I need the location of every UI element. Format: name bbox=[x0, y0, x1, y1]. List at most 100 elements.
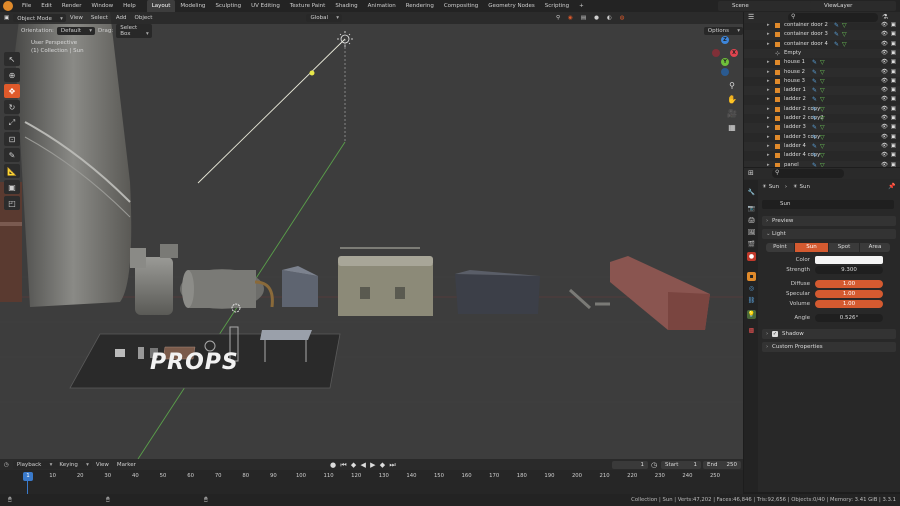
outliner-item-name[interactable]: container door 2 bbox=[784, 21, 828, 30]
eye-icon[interactable]: 👁 bbox=[881, 77, 888, 86]
eye-icon[interactable]: 👁 bbox=[881, 151, 888, 160]
expand-arrow-icon[interactable]: ▸ bbox=[767, 68, 770, 77]
expand-arrow-icon[interactable]: ▸ bbox=[767, 58, 770, 67]
outliner-item[interactable]: ▸ ladder 1 ✎ ▽ 👁 ▣ bbox=[744, 86, 900, 96]
navigation-gizmo[interactable]: Z Y X bbox=[712, 34, 738, 86]
annotate-tool[interactable]: ✎ bbox=[4, 148, 20, 162]
transform-orientation-dropdown[interactable]: Global bbox=[306, 14, 343, 22]
tab-shading[interactable]: Shading bbox=[330, 0, 362, 12]
tab-scene-icon[interactable]: 🎬 bbox=[747, 240, 756, 249]
outliner-item[interactable]: ▸ ladder 2 ✎ ▽ 👁 ▣ bbox=[744, 95, 900, 104]
play-reverse-icon[interactable]: ◀ bbox=[361, 461, 367, 469]
modifier-wrench-icon[interactable]: ✎ bbox=[812, 161, 817, 168]
expand-arrow-icon[interactable]: ▸ bbox=[767, 161, 770, 168]
mesh-data-icon[interactable]: ▽ bbox=[820, 95, 825, 104]
expand-arrow-icon[interactable]: ▸ bbox=[767, 123, 770, 132]
datablock-selector[interactable]: Sun bbox=[762, 200, 894, 209]
camera-icon[interactable]: ▣ bbox=[891, 161, 896, 168]
3d-viewport[interactable]: PROPS ▣ Object Mode View Select Add Obje… bbox=[0, 12, 743, 459]
camera-icon[interactable]: ▣ bbox=[891, 86, 896, 95]
scale-tool[interactable]: ⤢ bbox=[4, 116, 20, 130]
modifier-wrench-icon[interactable]: ✎ bbox=[812, 133, 817, 142]
modifier-wrench-icon[interactable]: ✎ bbox=[812, 142, 817, 151]
eye-icon[interactable]: 👁 bbox=[881, 86, 888, 95]
eye-icon[interactable]: 👁 bbox=[881, 95, 888, 104]
outliner-item[interactable]: ▸ house 2 ✎ ▽ 👁 ▣ bbox=[744, 67, 900, 77]
expand-arrow-icon[interactable]: ▸ bbox=[767, 40, 770, 49]
modifier-wrench-icon[interactable]: ✎ bbox=[834, 30, 839, 39]
outliner-item[interactable]: ▸ container door 3 ✎ ▽ 👁 ▣ bbox=[744, 30, 900, 40]
eye-icon[interactable]: 👁 bbox=[881, 123, 888, 132]
clock-icon[interactable]: ◷ bbox=[651, 461, 657, 469]
start-frame-field[interactable]: Start 1 bbox=[661, 461, 701, 469]
modifier-wrench-icon[interactable]: ✎ bbox=[812, 58, 817, 67]
shadow-checkbox[interactable]: ✓ bbox=[772, 331, 778, 337]
mesh-data-icon[interactable]: ▽ bbox=[820, 114, 825, 123]
neg-z-axis-icon[interactable] bbox=[721, 68, 729, 76]
tab-geometry-nodes[interactable]: Geometry Nodes bbox=[483, 0, 539, 12]
jump-start-icon[interactable]: ⏮ bbox=[340, 461, 347, 469]
camera-icon[interactable]: ▣ bbox=[891, 133, 896, 142]
camera-icon[interactable]: ▣ bbox=[891, 49, 896, 58]
outliner-item-name[interactable]: panel bbox=[784, 161, 799, 168]
modifier-wrench-icon[interactable]: ✎ bbox=[812, 114, 817, 123]
z-axis-icon[interactable]: Z bbox=[721, 36, 729, 44]
shading-rendered-icon[interactable]: ◍ bbox=[616, 15, 629, 21]
mesh-data-icon[interactable]: ▽ bbox=[820, 151, 825, 160]
modifier-wrench-icon[interactable]: ✎ bbox=[812, 77, 817, 86]
modifier-wrench-icon[interactable]: ✎ bbox=[812, 95, 817, 104]
modifier-wrench-icon[interactable]: ✎ bbox=[812, 151, 817, 160]
pin-icon[interactable]: 📌 bbox=[888, 183, 895, 190]
eye-icon[interactable]: 👁 bbox=[881, 142, 888, 151]
mesh-data-icon[interactable]: ▽ bbox=[820, 68, 825, 77]
expand-arrow-icon[interactable]: ▸ bbox=[767, 105, 770, 114]
menu-help[interactable]: Help bbox=[118, 0, 141, 12]
tab-compositing[interactable]: Compositing bbox=[439, 0, 483, 12]
modifier-wrench-icon[interactable]: ✎ bbox=[834, 21, 839, 30]
outliner-item[interactable]: ▸ container door 2 ✎ ▽ 👁 ▣ bbox=[744, 21, 900, 30]
xray-icon[interactable]: ▤ bbox=[577, 15, 590, 21]
x-axis-icon[interactable]: X bbox=[730, 49, 738, 57]
eye-icon[interactable]: 👁 bbox=[881, 49, 888, 58]
shading-material-icon[interactable]: ◐ bbox=[603, 15, 616, 21]
expand-arrow-icon[interactable]: ▸ bbox=[767, 21, 770, 30]
modifier-wrench-icon[interactable]: ✎ bbox=[812, 86, 817, 95]
jump-end-icon[interactable]: ⏭ bbox=[389, 461, 396, 469]
mesh-data-icon[interactable]: ▽ bbox=[820, 123, 825, 132]
measure-tool[interactable]: 📐 bbox=[4, 164, 20, 178]
diffuse-field[interactable]: 1.00 bbox=[815, 280, 883, 288]
modifier-wrench-icon[interactable]: ✎ bbox=[834, 40, 839, 49]
ortho-grid-icon[interactable]: ▦ bbox=[726, 122, 738, 134]
outliner-item[interactable]: ▸ ladder 3 ✎ ▽ 👁 ▣ bbox=[744, 123, 900, 133]
record-icon[interactable]: ● bbox=[330, 461, 337, 469]
modifier-wrench-icon[interactable]: ✎ bbox=[812, 105, 817, 114]
menu-view[interactable]: View bbox=[92, 462, 113, 468]
eye-icon[interactable]: 👁 bbox=[881, 21, 888, 30]
outliner-item-name[interactable]: house 1 bbox=[784, 58, 805, 67]
frame-ruler[interactable]: 1102030405060708090100110120130140150160… bbox=[0, 470, 743, 494]
outliner-item[interactable]: ▸ ladder 2 copy ✎ ▽ 👁 ▣ bbox=[744, 104, 900, 114]
eye-icon[interactable]: 👁 bbox=[881, 30, 888, 39]
add-box-tool[interactable]: ◰ bbox=[4, 196, 20, 210]
tab-sculpting[interactable]: Sculpting bbox=[210, 0, 246, 12]
camera-icon[interactable]: ▣ bbox=[891, 151, 896, 160]
menu-add[interactable]: Add bbox=[112, 15, 131, 21]
tab-output-icon[interactable]: 🖨 bbox=[747, 216, 756, 225]
panel-shadow[interactable]: ✓ Shadow bbox=[762, 329, 896, 339]
expand-arrow-icon[interactable]: ▸ bbox=[767, 114, 770, 123]
tab-uv-editing[interactable]: UV Editing bbox=[246, 0, 285, 12]
tab-modeling[interactable]: Modeling bbox=[175, 0, 210, 12]
neg-x-axis-icon[interactable] bbox=[712, 49, 720, 57]
outliner-item-name[interactable]: Empty bbox=[784, 49, 801, 58]
outliner-item-name[interactable]: house 2 bbox=[784, 68, 805, 77]
camera-icon[interactable]: ▣ bbox=[891, 142, 896, 151]
outliner-item[interactable]: ▸ ladder 3 copy ✎ ▽ 👁 ▣ bbox=[744, 133, 900, 142]
camera-icon[interactable]: ▣ bbox=[891, 30, 896, 39]
add-workspace-button[interactable]: + bbox=[574, 0, 589, 12]
mesh-data-icon[interactable]: ▽ bbox=[820, 86, 825, 95]
panel-custom-properties[interactable]: Custom Properties bbox=[762, 342, 896, 352]
outliner-item[interactable]: ▸ ladder 4 copy ✎ ▽ 👁 ▣ bbox=[744, 151, 900, 160]
mesh-data-icon[interactable]: ▽ bbox=[820, 58, 825, 67]
pan-hand-icon[interactable]: ✋ bbox=[726, 94, 738, 106]
tab-animation[interactable]: Animation bbox=[363, 0, 401, 12]
